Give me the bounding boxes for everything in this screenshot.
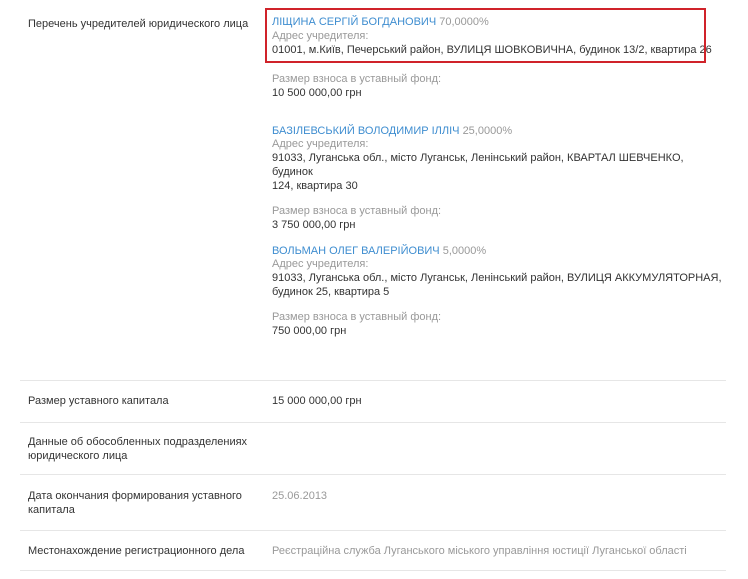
founder-item: БАЗІЛЕВСЬКИЙ ВОЛОДИМИР ІЛЛІЧ 25,0000% Ад… (272, 124, 722, 232)
founder-address-value: 91033, Луганська обл., місто Луганськ, Л… (272, 272, 722, 284)
registration-location-label: Местонахождение регистрационного дела (28, 545, 245, 557)
row-divider (20, 380, 726, 381)
founder-contribution-label: Размер взноса в уставный фонд: (272, 73, 442, 85)
founder-contribution-label: Размер взноса в уставный фонд: (272, 311, 442, 323)
founder-contribution-value: 750 000,00 грн (272, 325, 347, 337)
founder-name-link[interactable]: БАЗІЛЕВСЬКИЙ ВОЛОДИМИР ІЛЛІЧ (272, 125, 460, 137)
founder-address-value: будинок 25, квартира 5 (272, 286, 390, 298)
founder-address-label: Адрес учредителя: (272, 258, 369, 270)
founder-address-value: 124, квартира 30 (272, 180, 358, 192)
founder-name-link[interactable]: ВОЛЬМАН ОЛЕГ ВАЛЕРІЙОВИЧ (272, 245, 440, 257)
row-divider (20, 570, 726, 571)
founder-contribution-value: 10 500 000,00 грн (272, 87, 362, 99)
founder-address-label: Адрес учредителя: (272, 138, 369, 150)
founder-share: 25,0000% (462, 125, 513, 137)
registration-location-value: Реєстраційна служба Луганського міського… (272, 545, 687, 557)
row-divider (20, 474, 726, 475)
founders-label: Перечень учредителей юридического лица (28, 18, 249, 30)
capital-label: Размер уставного капитала (28, 395, 169, 407)
founder-item: ВОЛЬМАН ОЛЕГ ВАЛЕРІЙОВИЧ 5,0000% Адрес у… (272, 244, 722, 338)
capital-end-date-label: Дата окончания формирования уставного ка… (28, 489, 258, 517)
subdivisions-label: Данные об обособленных подразделениях юр… (28, 435, 258, 463)
founder-address-value: 91033, Луганська обл., місто Луганськ, Л… (272, 152, 684, 178)
capital-value: 15 000 000,00 грн (272, 395, 362, 407)
row-divider (20, 422, 726, 423)
capital-end-date-label-line: капитала (28, 504, 75, 516)
company-registry-details: Перечень учредителей юридического лица Л… (0, 0, 748, 579)
founder-contribution-label: Размер взноса в уставный фонд: (272, 205, 442, 217)
row-divider (20, 530, 726, 531)
capital-end-date-label-line: Дата окончания формирования уставного (28, 490, 242, 502)
subdivisions-label-line: Данные об обособленных подразделениях (28, 436, 248, 448)
highlight-box (265, 8, 706, 63)
capital-end-date-value: 25.06.2013 (272, 490, 328, 502)
founder-contribution-value: 3 750 000,00 грн (272, 219, 356, 231)
subdivisions-label-line: юридического лица (28, 450, 128, 462)
founder-share: 5,0000% (442, 245, 487, 257)
